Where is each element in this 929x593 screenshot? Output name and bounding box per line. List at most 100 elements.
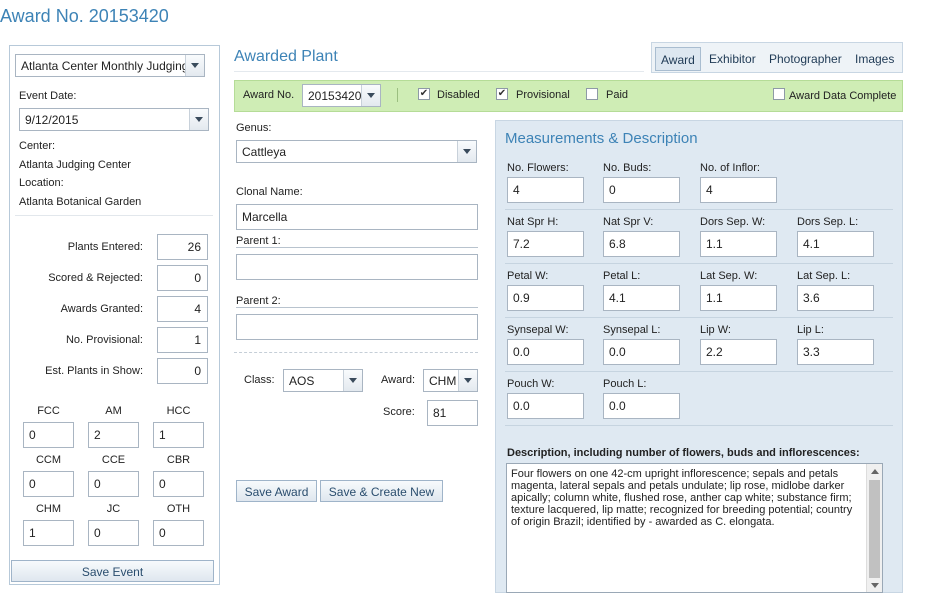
location-value: Atlanta Botanical Garden: [19, 196, 142, 208]
provisional-label: Provisional: [516, 89, 570, 101]
stat-label-plants-entered: Plants Entered:: [67, 241, 143, 253]
description-scrollbar[interactable]: [866, 464, 882, 592]
count-label-jc: JC: [106, 503, 121, 515]
paid-label: Paid: [606, 89, 629, 101]
page-title: Award No. 20153420: [0, 6, 169, 26]
nat-spr-v-field[interactable]: 6.8: [603, 231, 680, 257]
class-select[interactable]: AOS: [283, 369, 363, 392]
no-provisional-field[interactable]: 1: [157, 327, 208, 353]
checkmark-icon: ✔: [497, 88, 507, 99]
lat-sep-l-field[interactable]: 3.6: [797, 285, 874, 311]
count-label-cce: CCE: [101, 454, 126, 466]
provisional-checkbox[interactable]: ✔: [496, 88, 508, 100]
pouch-l-field[interactable]: 0.0: [603, 393, 680, 419]
scroll-up-icon[interactable]: [871, 469, 879, 474]
stat-label-scored-rejected: Scored & Rejected:: [48, 272, 143, 284]
description-textarea[interactable]: Four flowers on one 42-cm upright inflor…: [506, 463, 883, 593]
save-event-button[interactable]: Save Event: [11, 560, 214, 582]
count-field-jc[interactable]: 0: [88, 520, 139, 546]
count-field-fcc[interactable]: 0: [23, 422, 74, 448]
synsepal-l-field[interactable]: 0.0: [603, 339, 680, 365]
nat-spr-h-field[interactable]: 7.2: [507, 231, 584, 257]
parent1-divider: [236, 247, 478, 248]
class-value: AOS: [289, 374, 315, 388]
chevron-down-icon[interactable]: [457, 141, 476, 162]
dors-sep-l-label: Dors Sep. L:: [797, 216, 859, 228]
center-value: Atlanta Judging Center: [19, 159, 131, 171]
synsepal-l-label: Synsepal L:: [603, 324, 661, 336]
awarded-plant-title: Awarded Plant: [234, 48, 338, 65]
synsepal-w-field[interactable]: 0.0: [507, 339, 584, 365]
tab-exhibitor[interactable]: Exhibitor: [704, 47, 761, 71]
paid-checkbox[interactable]: [586, 88, 598, 100]
tab-images[interactable]: Images: [850, 47, 899, 71]
event-date-select[interactable]: 9/12/2015: [19, 108, 209, 131]
save-create-new-button[interactable]: Save & Create New: [320, 480, 443, 502]
tab-photographer[interactable]: Photographer: [764, 47, 847, 71]
award-value: CHM: [429, 374, 457, 388]
event-select[interactable]: Atlanta Center Monthly Judging: [15, 54, 205, 77]
separator: [397, 88, 398, 102]
disabled-label: Disabled: [437, 89, 480, 101]
save-award-button[interactable]: Save Award: [236, 480, 317, 502]
score-field[interactable]: 81: [427, 400, 478, 426]
lip-w-field[interactable]: 2.2: [700, 339, 777, 365]
parent1-field[interactable]: [236, 254, 478, 280]
plants-entered-field[interactable]: 26: [157, 234, 208, 260]
est-plants-field[interactable]: 0: [157, 358, 208, 384]
lat-sep-w-field[interactable]: 1.1: [700, 285, 777, 311]
petal-l-label: Petal L:: [603, 270, 641, 282]
count-field-cce[interactable]: 0: [88, 471, 139, 497]
awards-granted-field[interactable]: 4: [157, 296, 208, 322]
genus-select[interactable]: Cattleya: [236, 140, 477, 163]
class-label: Class:: [244, 374, 275, 386]
no-flowers-field[interactable]: 4: [507, 177, 584, 203]
count-field-oth[interactable]: 0: [153, 520, 204, 546]
chevron-down-icon[interactable]: [189, 109, 208, 130]
score-label: Score:: [383, 406, 415, 418]
clonal-name-field[interactable]: Marcella: [236, 204, 478, 230]
petal-w-field[interactable]: 0.9: [507, 285, 584, 311]
genus-value: Cattleya: [242, 145, 287, 159]
chevron-down-icon[interactable]: [185, 55, 204, 76]
checkmark-icon: ✔: [419, 88, 429, 99]
no-buds-field[interactable]: 0: [603, 177, 680, 203]
lat-sep-l-label: Lat Sep. L:: [797, 270, 851, 282]
dors-sep-l-field[interactable]: 4.1: [797, 231, 874, 257]
scored-rejected-field[interactable]: 0: [157, 265, 208, 291]
lip-l-field[interactable]: 3.3: [797, 339, 874, 365]
chevron-down-icon[interactable]: [361, 85, 380, 106]
event-select-value: Atlanta Center Monthly Judging: [21, 59, 189, 73]
tab-award[interactable]: Award: [655, 47, 701, 71]
count-field-am[interactable]: 2: [88, 422, 139, 448]
count-field-hcc[interactable]: 1: [153, 422, 204, 448]
award-no-select[interactable]: 20153420: [302, 84, 381, 107]
no-inflor-field[interactable]: 4: [700, 177, 777, 203]
title-divider: [234, 71, 644, 72]
chevron-down-icon[interactable]: [458, 370, 477, 391]
count-field-cbr[interactable]: 0: [153, 471, 204, 497]
chevron-down-icon[interactable]: [343, 370, 362, 391]
event-date-value: 9/12/2015: [25, 113, 79, 127]
count-field-ccm[interactable]: 0: [23, 471, 74, 497]
count-label-ccm: CCM: [35, 454, 62, 466]
nat-spr-v-label: Nat Spr V:: [603, 216, 654, 228]
scroll-down-icon[interactable]: [871, 583, 879, 588]
count-label-hcc: HCC: [166, 405, 191, 417]
petal-l-field[interactable]: 4.1: [603, 285, 680, 311]
pouch-w-label: Pouch W:: [507, 378, 555, 390]
disabled-checkbox[interactable]: ✔: [418, 88, 430, 100]
scroll-thumb[interactable]: [869, 480, 880, 578]
award-data-complete-checkbox[interactable]: [773, 88, 785, 100]
dors-sep-w-field[interactable]: 1.1: [700, 231, 777, 257]
count-label-oth: OTH: [166, 503, 191, 515]
lip-w-label: Lip W:: [700, 324, 731, 336]
divider: [505, 317, 893, 318]
award-no-label: Award No.: [243, 89, 295, 101]
award-select[interactable]: CHM: [423, 369, 478, 392]
center-label: Center:: [19, 140, 56, 152]
pouch-l-label: Pouch L:: [603, 378, 647, 390]
count-field-chm[interactable]: 1: [23, 520, 74, 546]
pouch-w-field[interactable]: 0.0: [507, 393, 584, 419]
parent2-field[interactable]: [236, 314, 478, 340]
